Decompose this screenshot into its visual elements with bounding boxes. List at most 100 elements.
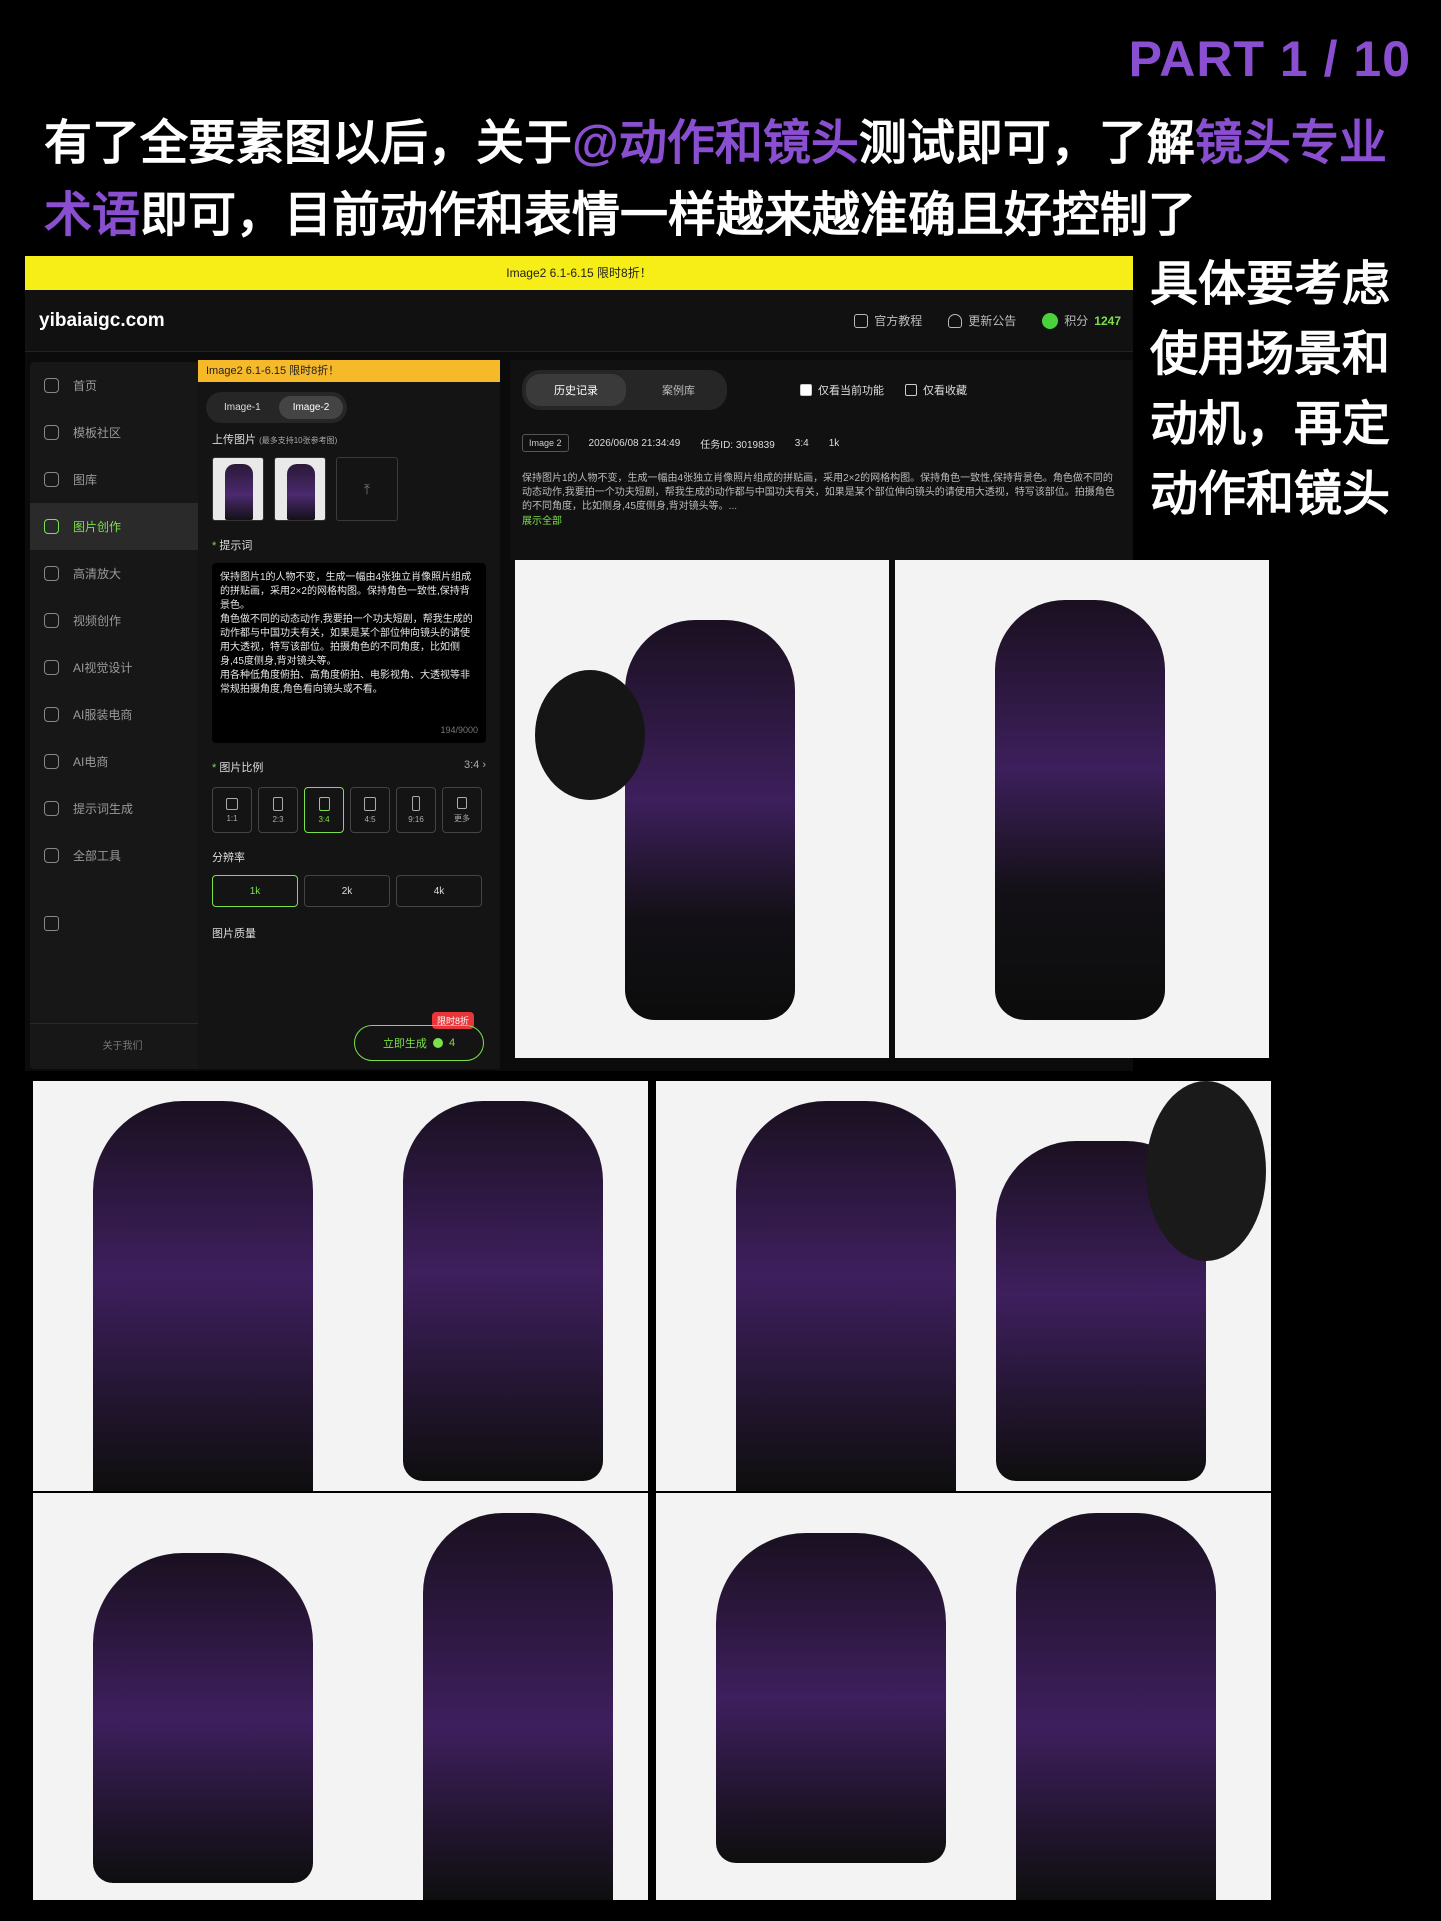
sidebar-item[interactable]: AI服装电商 [30, 691, 215, 738]
checkbox-icon [905, 384, 917, 396]
ratio-shape-icon [273, 796, 283, 811]
ratio-option[interactable]: 4:5 [350, 787, 390, 833]
reference-thumb-1[interactable] [212, 457, 264, 521]
ratio-label: 4:5 [364, 814, 376, 824]
ratio-option[interactable]: 9:16 [396, 787, 436, 833]
resolution-option[interactable]: 2k [304, 875, 390, 907]
upload-icon: ⤒ [363, 480, 371, 497]
sidebar-item-label: 高清放大 [73, 567, 122, 581]
part-label: PART 1 / 10 [1128, 31, 1411, 87]
history-tab[interactable]: 历史记录 [526, 374, 626, 406]
resolution-option[interactable]: 4k [396, 875, 482, 907]
ratio-header[interactable]: * 图片比例 3:4 › [198, 743, 500, 775]
sidebar-item-label: 全部工具 [73, 849, 122, 863]
announcement-link[interactable]: 更新公告 [948, 312, 1016, 329]
task-id: 任务ID: 3019839 [700, 439, 775, 451]
ratio-label: 1:1 [226, 813, 238, 823]
history-tab[interactable]: 案例库 [634, 374, 723, 406]
result-photo-2[interactable] [895, 560, 1269, 1058]
ratio-label: 更多 [454, 813, 470, 823]
history-tabs: 历史记录 案例库 [522, 370, 727, 410]
sidebar-item-label: 图片创作 [73, 520, 122, 534]
home-icon [44, 378, 59, 393]
panel-promo: Image2 6.1-6.15 限时8折！ [198, 360, 500, 382]
bell-icon [948, 313, 963, 328]
sidebar-item[interactable]: 高清放大 [30, 550, 215, 597]
about-link[interactable]: 关于我们 [30, 1023, 215, 1069]
generate-button[interactable]: 立即生成 4 [354, 1025, 484, 1061]
video-icon [44, 613, 59, 628]
ratio-label: 9:16 [408, 815, 424, 824]
model-tabs: Image-1 Image-2 [206, 392, 348, 423]
resolution-options: 1k 2k 4k [198, 865, 500, 907]
ecommerce-icon [44, 754, 59, 769]
sidebar-item[interactable]: 全部工具 [30, 832, 215, 879]
sidebar-item[interactable]: 视频创作 [30, 597, 215, 644]
history-panel: 历史记录 案例库 仅看当前功能 仅看收藏 Image 2 2026/06/08 2… [510, 360, 1133, 560]
sidebar-item[interactable]: 图片创作 [30, 503, 215, 550]
resolution-label: 分辨率 [212, 852, 245, 864]
prompt-icon [44, 801, 59, 816]
sidebar-item-label: AI视觉设计 [73, 661, 133, 675]
ratio-option[interactable]: 2:3 [258, 787, 298, 833]
tools-icon [44, 848, 59, 863]
expand-link[interactable]: 展示全部 [522, 512, 562, 527]
resolution-option[interactable]: 1k [212, 875, 298, 907]
collage-1-top [33, 1081, 648, 1491]
prompt-text: 保持图片1的人物不变，生成一幅由4张独立肖像照片组成的拼贴画，采用2×2的网格构… [220, 572, 473, 695]
headline-seg1: 有了全要素图以后，关于 [44, 117, 573, 170]
sidebar-item[interactable]: 提示词生成 [30, 785, 215, 832]
aspect-ratio: 3:4 [794, 437, 809, 449]
model-tab[interactable]: Image-1 [210, 396, 275, 419]
points-display[interactable]: 积分 1247 [1042, 312, 1121, 329]
sidebar-item[interactable]: 图库 [30, 456, 215, 503]
filter-current-function[interactable]: 仅看当前功能 [800, 382, 884, 398]
ratio-shape-icon [226, 797, 238, 810]
apparel-icon [44, 707, 59, 722]
site-logo[interactable]: yibaiaigc.com [39, 310, 165, 332]
result-photo-1[interactable] [515, 560, 889, 1058]
promo-banner[interactable]: Image2 6.1-6.15 限时8折！ [25, 256, 1133, 290]
reference-thumb-2[interactable] [274, 457, 326, 521]
upload-label: 上传图片 (最多支持10张参考图) [212, 434, 338, 446]
prompt-label: * 提示词 [212, 540, 253, 552]
sidebar-item[interactable]: AI电商 [30, 738, 215, 785]
top-nav: 官方教程 更新公告 积分 1247 [854, 312, 1121, 329]
chevron-right-icon: › [482, 759, 486, 771]
model-tab[interactable]: Image-2 [278, 396, 344, 419]
headline-seg5: 即可，目前动作和表情一样越来越准确且好控制了 [140, 189, 1197, 242]
design-icon [44, 660, 59, 675]
task-description: 保持图片1的人物不变，生成一幅由4张独立肖像照片组成的拼贴画，采用2×2的网格构… [522, 473, 1115, 512]
filter-favorites[interactable]: 仅看收藏 [905, 382, 967, 398]
ratio-shape-icon [318, 796, 330, 811]
sidebar: 首页 模板社区 图库图片创作高清放大视频创作 AI视觉设计 AI服装电商 AI电商提示词生… [30, 362, 215, 1069]
bolt-icon [1042, 312, 1059, 329]
community-icon [44, 425, 59, 440]
sidebar-item[interactable]: 模板社区 [30, 409, 215, 456]
side-note: 具体要考虑使用场景和动机，再定动作和镜头 [1150, 258, 1391, 521]
generate-cost: 4 [448, 1037, 456, 1049]
ratio-shape-icon [412, 796, 420, 811]
headline-highlight-1: @动作和镜头 [572, 117, 859, 170]
bolt-icon [432, 1038, 443, 1048]
sidebar-item[interactable]: 首页 [30, 362, 215, 409]
upload-button[interactable]: ⤒ [336, 457, 398, 521]
image-create-icon [44, 519, 59, 534]
sidebar-item-label: 提示词生成 [73, 802, 134, 816]
ratio-option[interactable]: 3:4 [304, 787, 344, 833]
collapse-sidebar-icon[interactable] [44, 916, 59, 931]
collage-1-bottom [33, 1493, 648, 1900]
collage-2-top [656, 1081, 1271, 1491]
ratio-option[interactable]: 更多 [442, 787, 482, 833]
sidebar-item[interactable]: AI视觉设计 [30, 644, 215, 691]
points-value: 1247 [1094, 313, 1121, 328]
create-panel: Image2 6.1-6.15 限时8折！ Image-1 Image-2 上传图… [198, 360, 500, 1069]
collage-2-bottom [656, 1493, 1271, 1900]
checkbox-checked-icon [800, 384, 812, 396]
tutorial-link[interactable]: 官方教程 [854, 312, 922, 329]
ratio-label: 2:3 [272, 814, 284, 824]
prompt-input[interactable]: 保持图片1的人物不变，生成一幅由4张独立肖像照片组成的拼贴画，采用2×2的网格构… [212, 563, 486, 743]
resolution-value: 1k [828, 437, 840, 449]
ratio-option[interactable]: 1:1 [212, 787, 252, 833]
book-icon [854, 313, 869, 328]
